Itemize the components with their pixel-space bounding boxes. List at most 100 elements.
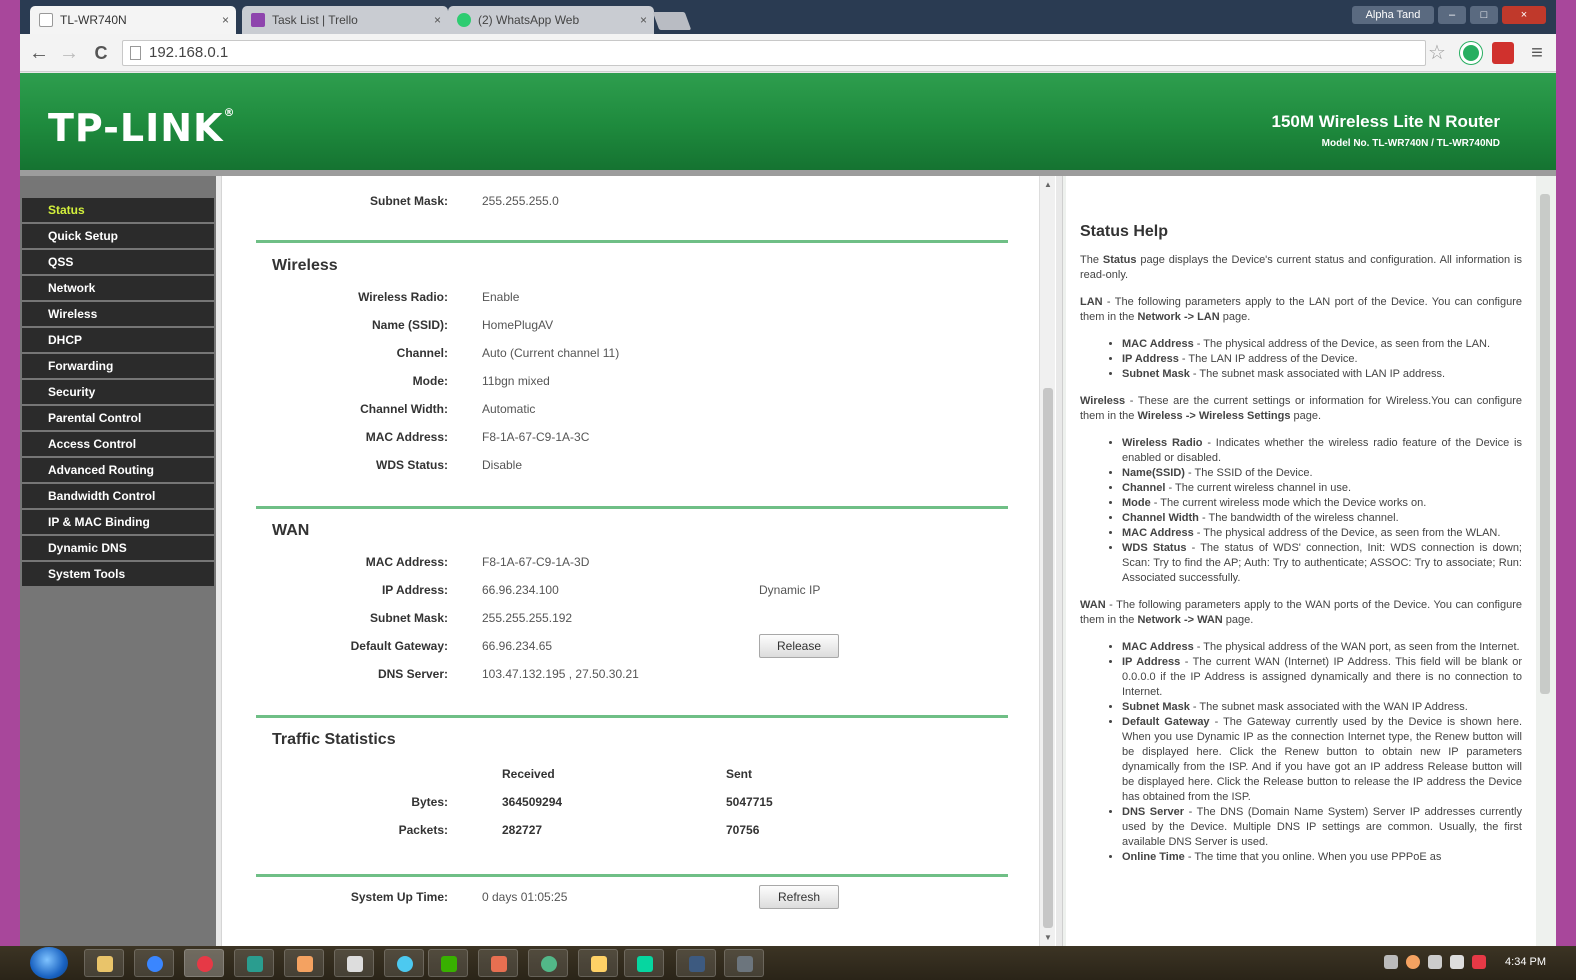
wds-status-value: Disable (482, 458, 523, 472)
minimize-button[interactable]: – (1438, 6, 1466, 24)
tab-trello[interactable]: Task List | Trello × (242, 6, 448, 34)
sidebar-item-system-tools[interactable]: System Tools (22, 562, 214, 586)
menu-icon[interactable]: ≡ (1526, 42, 1548, 64)
sidebar-item-forwarding[interactable]: Forwarding (22, 354, 214, 378)
scroll-up-icon[interactable]: ▲ (1044, 180, 1052, 189)
sent-column-header: Sent (726, 767, 753, 781)
maximize-button[interactable]: □ (1470, 6, 1498, 24)
tray-icon[interactable] (1384, 955, 1398, 969)
app-task-icon[interactable] (234, 949, 274, 977)
bytes-received-value: 364509294 (502, 795, 563, 809)
close-window-button[interactable]: × (1502, 6, 1546, 24)
address-bar[interactable]: 192.168.0.1 (122, 40, 1426, 66)
sidebar-item-qss[interactable]: QSS (22, 250, 214, 274)
clock[interactable]: 4:34 PM (1505, 956, 1546, 968)
tab-router[interactable]: TL-WR740N × (30, 6, 236, 34)
mode-value: 11bgn mixed (482, 374, 550, 388)
sidebar-item-bandwidth-control[interactable]: Bandwidth Control (22, 484, 214, 508)
wan-mac-value: F8-1A-67-C9-1A-3D (482, 555, 590, 569)
reload-icon[interactable]: C (88, 40, 114, 66)
page-icon (39, 13, 53, 27)
whatsapp-icon (457, 13, 471, 27)
uptime-value: 0 days 01:05:25 (482, 890, 568, 904)
channel-label: Channel: (396, 346, 448, 360)
tray-icon[interactable] (1406, 955, 1420, 969)
page-icon (130, 46, 141, 60)
traffic-section-title: Traffic Statistics (272, 731, 396, 748)
system-tray (1384, 955, 1486, 969)
profile-button[interactable]: Alpha Tand (1352, 6, 1434, 24)
app-task-icon[interactable] (334, 949, 374, 977)
app-task-icon[interactable] (478, 949, 518, 977)
wireless-section-title: Wireless (272, 257, 338, 274)
wireless-radio-value: Enable (482, 290, 520, 304)
app-task-icon[interactable] (578, 949, 618, 977)
sidebar-item-access-control[interactable]: Access Control (22, 432, 214, 456)
app-task-icon[interactable] (384, 949, 424, 977)
tab-close-icon[interactable]: × (434, 6, 441, 34)
tab-whatsapp[interactable]: (2) WhatsApp Web × (448, 6, 654, 34)
extension-icon[interactable] (1460, 42, 1482, 64)
sidebar-item-status[interactable]: Status (22, 198, 214, 222)
list-item: Online Time - The time that you online. … (1122, 850, 1522, 865)
network-icon[interactable] (1450, 955, 1464, 969)
sidebar-item-parental-control[interactable]: Parental Control (22, 406, 214, 430)
taskbar: 4:34 PM (0, 946, 1576, 980)
sidebar-item-network[interactable]: Network (22, 276, 214, 300)
scroll-thumb[interactable] (1540, 194, 1550, 694)
help-lan-list: MAC Address - The physical address of th… (1122, 337, 1522, 382)
app-task-icon[interactable] (428, 949, 468, 977)
sidebar-item-advanced-routing[interactable]: Advanced Routing (22, 458, 214, 482)
list-item: MAC Address - The physical address of th… (1122, 337, 1522, 352)
chrome-task-icon[interactable] (184, 949, 224, 977)
help-title: Status Help (1080, 223, 1169, 240)
bookmark-star-icon[interactable]: ☆ (1426, 42, 1448, 64)
help-intro: The Status page displays the Device's cu… (1080, 254, 1522, 281)
app-task-icon[interactable] (528, 949, 568, 977)
tab-title: TL-WR740N (60, 13, 127, 27)
default-gateway-label: Default Gateway: (350, 639, 448, 653)
app-task-icon[interactable] (284, 949, 324, 977)
release-button[interactable]: Release (759, 634, 839, 658)
windows-start-icon[interactable] (30, 947, 68, 979)
forward-icon[interactable]: → (56, 40, 82, 66)
app-task-icon[interactable] (676, 949, 716, 977)
sidebar-item-wireless[interactable]: Wireless (22, 302, 214, 326)
channel-width-label: Channel Width: (360, 402, 448, 416)
tray-icon[interactable] (1428, 955, 1442, 969)
trello-icon (251, 13, 265, 27)
ssid-label: Name (SSID): (371, 318, 448, 332)
tab-close-icon[interactable]: × (640, 6, 647, 34)
scroll-thumb[interactable] (1043, 388, 1053, 928)
section-separator (256, 874, 1008, 877)
volume-icon[interactable] (1472, 955, 1486, 969)
tab-title: (2) WhatsApp Web (478, 13, 580, 27)
back-icon[interactable]: ← (26, 40, 52, 66)
list-item: Default Gateway - The Gateway currently … (1122, 715, 1522, 805)
explorer-task-icon[interactable] (84, 949, 124, 977)
new-tab-button[interactable] (652, 12, 692, 30)
help-scrollbar[interactable] (1537, 176, 1553, 946)
browser-window: TL-WR740N × Task List | Trello × (2) Wha… (20, 0, 1556, 980)
help-wireless: Wireless - These are the current setting… (1080, 395, 1522, 422)
sidebar-item-ip-mac-binding[interactable]: IP & MAC Binding (22, 510, 214, 534)
sidebar-item-quick-setup[interactable]: Quick Setup (22, 224, 214, 248)
list-item: DNS Server - The DNS (Domain Name System… (1122, 805, 1522, 850)
refresh-button[interactable]: Refresh (759, 885, 839, 909)
lan-subnet-label: Subnet Mask: (369, 194, 448, 208)
mode-label: Mode: (412, 374, 448, 388)
sidebar-item-dhcp[interactable]: DHCP (22, 328, 214, 352)
channel-value: Auto (Current channel 11) (482, 346, 620, 360)
sidebar-item-security[interactable]: Security (22, 380, 214, 404)
extension-icon[interactable] (1492, 42, 1514, 64)
app-task-icon[interactable] (624, 949, 664, 977)
scroll-down-icon[interactable]: ▼ (1044, 933, 1052, 942)
sidebar-item-dynamic-dns[interactable]: Dynamic DNS (22, 536, 214, 560)
status-scrollbar[interactable]: ▲ ▼ (1039, 176, 1055, 946)
product-name: 150M Wireless Lite N Router (1271, 112, 1500, 131)
tab-close-icon[interactable]: × (222, 6, 229, 34)
app-task-icon[interactable] (724, 949, 764, 977)
media-task-icon[interactable] (134, 949, 174, 977)
wan-ip-label: IP Address: (381, 583, 448, 597)
received-column-header: Received (502, 767, 555, 781)
